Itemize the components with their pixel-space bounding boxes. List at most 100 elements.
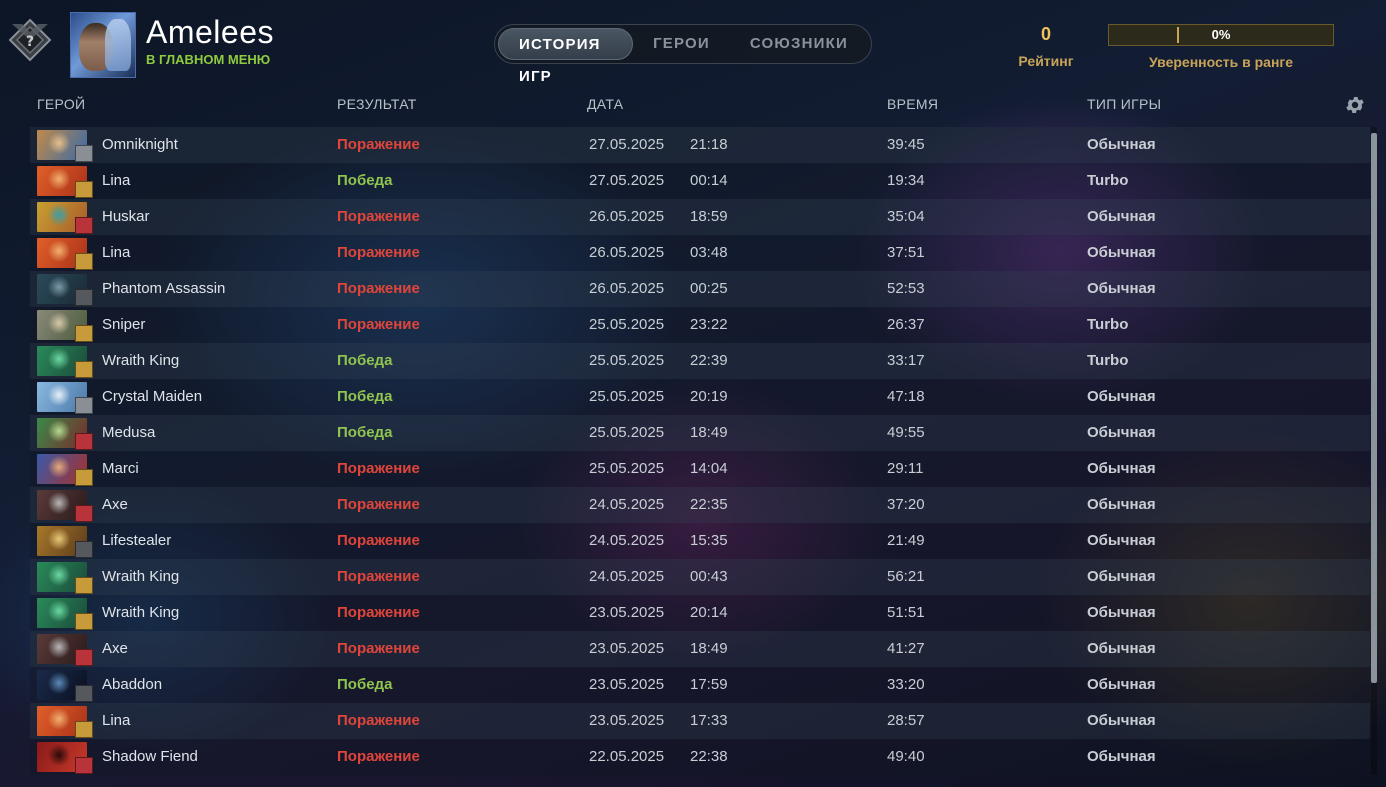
hero-attribute-icon	[75, 613, 93, 630]
player-name[interactable]: Amelees	[146, 14, 274, 51]
match-start-time: 17:59	[690, 676, 728, 693]
avatar[interactable]	[70, 12, 136, 78]
hero-attribute-icon	[75, 397, 93, 414]
tab-allies[interactable]: СОЮЗНИКИ	[730, 28, 868, 60]
match-result: Поражение	[337, 244, 420, 261]
match-start-time: 22:39	[690, 352, 728, 369]
match-result: Поражение	[337, 280, 420, 297]
hero-attribute-icon	[75, 361, 93, 378]
scrollbar-thumb[interactable]	[1371, 133, 1377, 683]
hero-name: Lina	[102, 712, 131, 729]
table-row[interactable]: Axe Поражение 23.05.2025 18:49 41:27 Обы…	[30, 631, 1370, 667]
match-result: Поражение	[337, 748, 420, 765]
table-row[interactable]: Lina Поражение 26.05.2025 03:48 37:51 Об…	[30, 235, 1370, 271]
match-duration: 49:55	[887, 424, 925, 441]
table-row[interactable]: Crystal Maiden Победа 25.05.2025 20:19 4…	[30, 379, 1370, 415]
match-duration: 39:45	[887, 136, 925, 153]
match-date: 23.05.2025	[589, 640, 665, 657]
table-row[interactable]: Lina Победа 27.05.2025 00:14 19:34 Turbo	[30, 163, 1370, 199]
table-row[interactable]: Wraith King Поражение 23.05.2025 20:14 5…	[30, 595, 1370, 631]
table-row[interactable]: Lifestealer Поражение 24.05.2025 15:35 2…	[30, 523, 1370, 559]
match-duration: 33:20	[887, 676, 925, 693]
match-start-time: 21:18	[690, 136, 728, 153]
game-type: Обычная	[1087, 136, 1156, 153]
match-result: Победа	[337, 352, 393, 369]
match-result: Победа	[337, 676, 393, 693]
table-row[interactable]: Abaddon Победа 23.05.2025 17:59 33:20 Об…	[30, 667, 1370, 703]
match-date: 23.05.2025	[589, 604, 665, 621]
game-type: Turbo	[1087, 172, 1129, 189]
table-row[interactable]: Huskar Поражение 26.05.2025 18:59 35:04 …	[30, 199, 1370, 235]
table-row[interactable]: Sniper Поражение 25.05.2025 23:22 26:37 …	[30, 307, 1370, 343]
match-start-time: 22:38	[690, 748, 728, 765]
table-row[interactable]: Shadow Fiend Поражение 22.05.2025 22:38 …	[30, 739, 1370, 775]
match-result: Победа	[337, 424, 393, 441]
table-row[interactable]: Lina Поражение 23.05.2025 17:33 28:57 Об…	[30, 703, 1370, 739]
match-duration: 19:34	[887, 172, 925, 189]
game-type: Обычная	[1087, 748, 1156, 765]
match-duration: 33:17	[887, 352, 925, 369]
hero-attribute-icon	[75, 325, 93, 342]
hero-attribute-icon	[75, 289, 93, 306]
match-result: Поражение	[337, 496, 420, 513]
match-duration: 41:27	[887, 640, 925, 657]
hero-name: Lina	[102, 172, 131, 189]
scrollbar[interactable]	[1371, 127, 1377, 775]
svg-text:?: ?	[26, 34, 34, 50]
tab-heroes[interactable]: ГЕРОИ	[633, 28, 730, 60]
table-row[interactable]: Phantom Assassin Поражение 26.05.2025 00…	[30, 271, 1370, 307]
table-row[interactable]: Omniknight Поражение 27.05.2025 21:18 39…	[30, 127, 1370, 163]
table-row[interactable]: Wraith King Победа 25.05.2025 22:39 33:1…	[30, 343, 1370, 379]
match-start-time: 15:35	[690, 532, 728, 549]
match-date: 27.05.2025	[589, 136, 665, 153]
hero-attribute-icon	[75, 253, 93, 270]
game-type: Turbo	[1087, 316, 1129, 333]
match-date: 26.05.2025	[589, 244, 665, 261]
hero-name: Lifestealer	[102, 532, 172, 549]
column-duration[interactable]: ВРЕМЯ	[887, 96, 938, 112]
match-duration: 56:21	[887, 568, 925, 585]
column-hero[interactable]: ГЕРОЙ	[37, 96, 85, 112]
hero-name: Wraith King	[102, 352, 180, 369]
match-start-time: 23:22	[690, 316, 728, 333]
hero-attribute-icon	[75, 541, 93, 558]
hero-name: Omniknight	[102, 136, 178, 153]
game-type: Turbo	[1087, 352, 1129, 369]
hero-attribute-icon	[75, 433, 93, 450]
player-status: В ГЛАВНОМ МЕНЮ	[146, 52, 271, 67]
rating-value: 0	[1040, 24, 1051, 44]
match-duration: 49:40	[887, 748, 925, 765]
match-result: Поражение	[337, 712, 420, 729]
gear-icon[interactable]	[1344, 94, 1366, 116]
hero-name: Wraith King	[102, 568, 180, 585]
tab-match-history[interactable]: ИСТОРИЯ ИГР	[498, 28, 634, 85]
avatar-wolf	[105, 19, 131, 71]
table-row[interactable]: Axe Поражение 24.05.2025 22:35 37:20 Обы…	[30, 487, 1370, 523]
unranked-medal-icon[interactable]: ?	[8, 18, 52, 62]
match-date: 23.05.2025	[589, 676, 665, 693]
match-result: Поражение	[337, 532, 420, 549]
match-result: Поражение	[337, 316, 420, 333]
column-date[interactable]: ДАТА	[587, 96, 623, 112]
hero-attribute-icon	[75, 685, 93, 702]
match-duration: 35:04	[887, 208, 925, 225]
match-date: 23.05.2025	[589, 712, 665, 729]
match-list: Omniknight Поражение 27.05.2025 21:18 39…	[30, 127, 1370, 775]
table-row[interactable]: Medusa Победа 25.05.2025 18:49 49:55 Обы…	[30, 415, 1370, 451]
game-type: Обычная	[1087, 460, 1156, 477]
column-game-type[interactable]: ТИП ИГРЫ	[1087, 96, 1161, 112]
match-date: 26.05.2025	[589, 280, 665, 297]
table-row[interactable]: Marci Поражение 25.05.2025 14:04 29:11 О…	[30, 451, 1370, 487]
match-date: 24.05.2025	[589, 568, 665, 585]
game-type: Обычная	[1087, 568, 1156, 585]
column-result[interactable]: РЕЗУЛЬТАТ	[337, 96, 417, 112]
hero-attribute-icon	[75, 721, 93, 738]
game-type: Обычная	[1087, 244, 1156, 261]
match-date: 24.05.2025	[589, 496, 665, 513]
match-result: Победа	[337, 388, 393, 405]
game-type: Обычная	[1087, 532, 1156, 549]
table-row[interactable]: Wraith King Поражение 24.05.2025 00:43 5…	[30, 559, 1370, 595]
game-type: Обычная	[1087, 424, 1156, 441]
hero-name: Wraith King	[102, 604, 180, 621]
table-header: ГЕРОЙ РЕЗУЛЬТАТ ДАТА ВРЕМЯ ТИП ИГРЫ	[0, 96, 1386, 118]
